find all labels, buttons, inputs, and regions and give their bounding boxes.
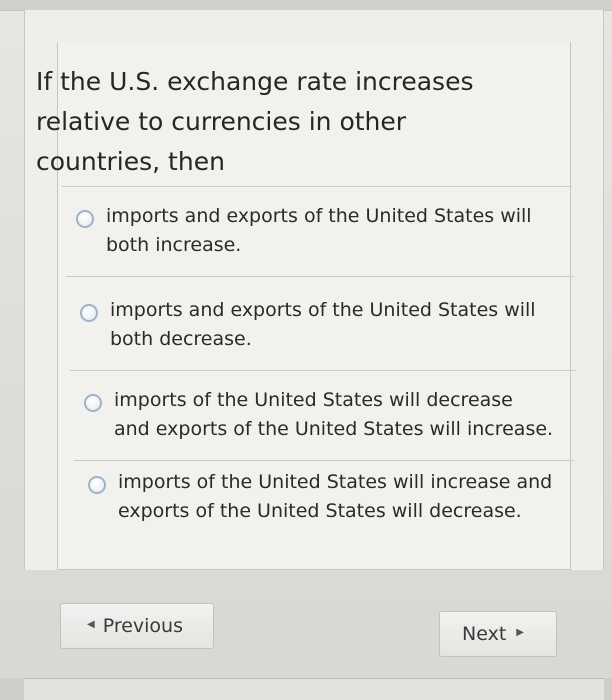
next-button[interactable]: Next ▶ (439, 611, 557, 657)
next-card-edge (24, 678, 604, 700)
answer-option-label: imports of the United States will decrea… (114, 389, 554, 440)
triangle-left-icon: ◀ (87, 618, 95, 630)
triangle-right-icon: ▶ (516, 626, 524, 638)
radio-button-icon[interactable] (80, 304, 98, 322)
divider (62, 186, 572, 187)
answer-option-label: imports of the United States will increa… (118, 471, 553, 522)
bottom-border (0, 678, 612, 700)
divider (70, 370, 576, 371)
radio-button-icon[interactable] (88, 476, 106, 494)
quiz-screen: If the U.S. exchange rate increases rela… (0, 0, 612, 700)
answer-option-label: imports and exports of the United States… (106, 205, 532, 256)
question-text: If the U.S. exchange rate increases rela… (36, 67, 474, 176)
answer-option-label: imports and exports of the United States… (110, 299, 536, 350)
next-label: Next (462, 623, 507, 645)
divider (66, 276, 574, 277)
radio-button-icon[interactable] (76, 210, 94, 228)
divider (74, 460, 574, 461)
previous-label: Previous (102, 615, 183, 637)
radio-button-icon[interactable] (84, 394, 102, 412)
previous-button[interactable]: ◀ Previous (60, 603, 214, 649)
